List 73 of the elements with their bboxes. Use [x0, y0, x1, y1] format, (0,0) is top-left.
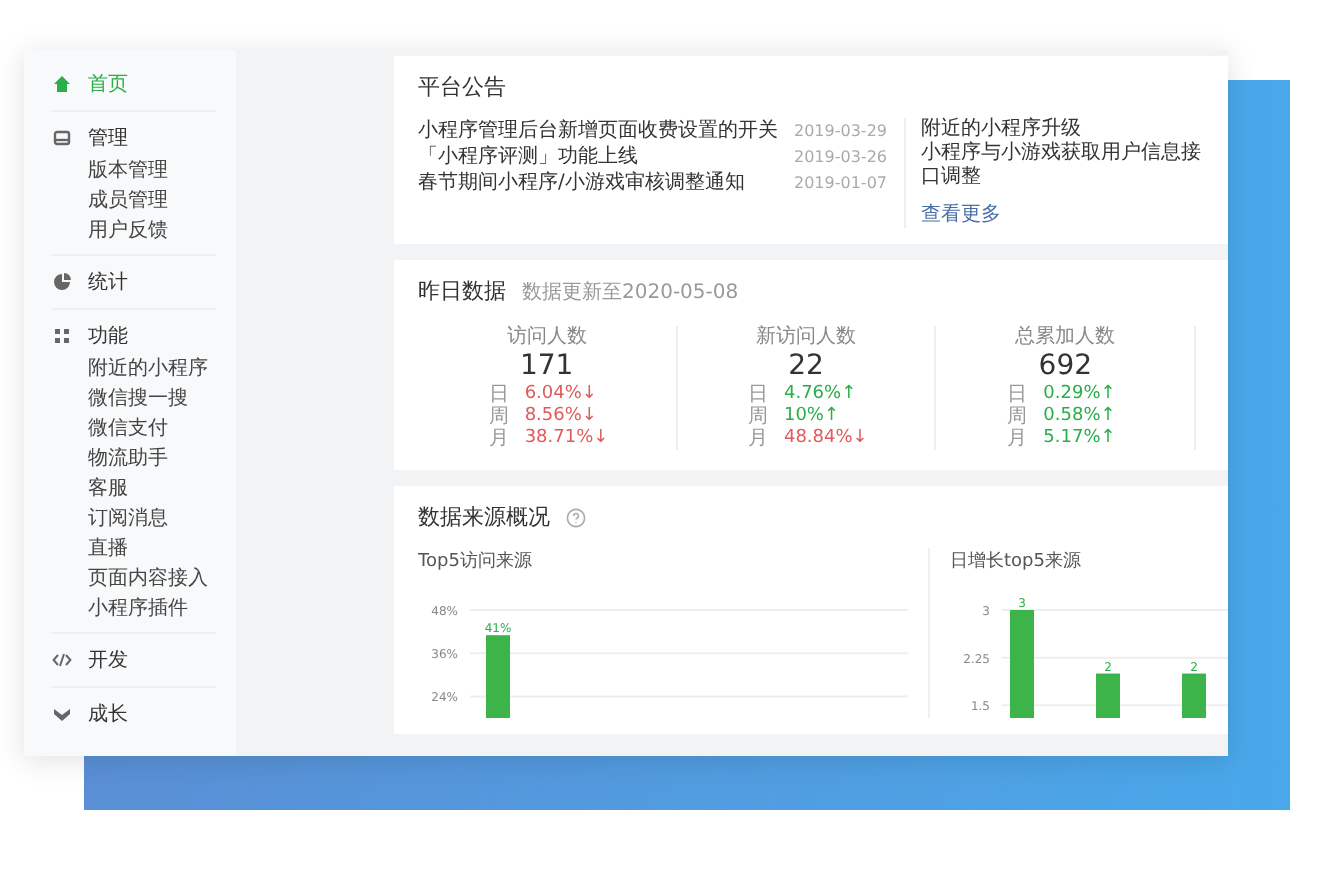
nav-subitem[interactable]: 微信支付: [88, 414, 216, 444]
nav-label: 功能: [88, 323, 128, 350]
code-icon: [52, 650, 72, 670]
change-value: 0.58%↑: [1043, 406, 1118, 428]
change-value: 0.29%↑: [1043, 384, 1118, 406]
announcement-date: 2019-03-26: [794, 146, 887, 170]
nav-label: 统计: [88, 269, 128, 296]
change-value: 4.76%↑: [783, 384, 859, 406]
announcement-date: 2019-01-07: [794, 172, 887, 196]
announcement-date: 2019-03-29: [794, 120, 887, 144]
nav-item[interactable]: 开发: [52, 642, 216, 678]
announcement-link[interactable]: 小程序管理后台新增页面收费设置的开关: [418, 118, 778, 144]
nav-subitem[interactable]: 附近的小程序: [88, 354, 216, 384]
change-value: 5.17%↑: [1043, 428, 1118, 450]
period-label: 日: [1007, 384, 1028, 406]
nav-subitem[interactable]: 成员管理: [88, 186, 216, 216]
chart-title: 日增长top5来源: [950, 549, 1083, 574]
period-label: 日: [488, 384, 509, 406]
nav-subitem[interactable]: 直播: [88, 534, 216, 564]
nav-item[interactable]: 管理: [52, 120, 216, 156]
change-value: 6.04%↓: [524, 384, 599, 406]
nav-subitem[interactable]: 订阅消息: [88, 504, 216, 534]
inbox-icon: [52, 128, 72, 148]
nav-label: 开发: [88, 648, 128, 674]
period-label: 周: [747, 406, 768, 428]
bar: [1010, 610, 1034, 718]
stat-value: 692: [1038, 350, 1093, 384]
bar: [486, 635, 510, 718]
nav-subitem[interactable]: 物流助手: [88, 444, 216, 474]
period-label: 日: [747, 384, 768, 406]
change-value: 38.71%↓: [524, 428, 605, 450]
grid-icon: [52, 326, 72, 346]
period-label: 月: [747, 428, 768, 450]
chevron-down-icon: [52, 704, 72, 724]
change-value: 8.56%↓: [524, 406, 599, 428]
stat-label: 新访问人数: [755, 326, 856, 350]
nav-label: 管理: [88, 126, 128, 152]
nav-item[interactable]: 统计: [52, 264, 216, 300]
change-value: 10%↑: [783, 406, 842, 428]
more-link[interactable]: 查看更多: [921, 204, 1001, 226]
nav-label: 成长: [88, 701, 128, 728]
nav-item[interactable]: 功能: [52, 318, 216, 354]
period-label: 周: [488, 406, 509, 428]
nav-subitem[interactable]: 小程序插件: [88, 594, 216, 624]
card-title: 数据来源概况: [418, 502, 550, 532]
bar: [1182, 673, 1206, 718]
pie-chart-icon: [52, 272, 72, 292]
stat-value: 22: [788, 350, 824, 384]
change-value: 48.84%↓: [783, 428, 864, 450]
update-note: 数据更新至2020-05-08: [522, 279, 739, 305]
stat-label: 访问人数: [506, 326, 587, 350]
nav-subitem[interactable]: 微信搜一搜: [88, 384, 216, 414]
announcement-link[interactable]: 「小程序评测」功能上线: [418, 144, 638, 170]
stat-label: 总累加人数: [1015, 326, 1116, 350]
period-label: 月: [488, 428, 509, 450]
nav-subitem[interactable]: 版本管理: [88, 156, 216, 186]
announcement-link[interactable]: 小程序与小游戏获取用户信息接口调整: [921, 142, 1212, 190]
card-title: 昨日数据: [418, 276, 506, 306]
announcement-link[interactable]: 附近的小程序升级: [921, 118, 1212, 142]
period-label: 月: [1007, 428, 1028, 450]
chart-title: Top5访问来源: [418, 549, 534, 574]
bar: [1096, 673, 1120, 718]
announcement-link[interactable]: 春节期间小程序/小游戏审核调整通知: [418, 170, 745, 196]
stat-value: 171: [519, 350, 574, 384]
nav-subitem[interactable]: 页面内容接入: [88, 564, 216, 594]
card-title: 平台公告: [418, 72, 508, 102]
nav-subitem[interactable]: 客服: [88, 474, 216, 504]
nav-item[interactable]: 成长: [52, 696, 216, 732]
nav-label: 首页: [88, 72, 128, 98]
nav-subitem[interactable]: 用户反馈: [88, 216, 216, 246]
home-icon: [52, 74, 72, 94]
help-icon[interactable]: [566, 507, 586, 527]
period-label: 周: [1007, 406, 1028, 428]
